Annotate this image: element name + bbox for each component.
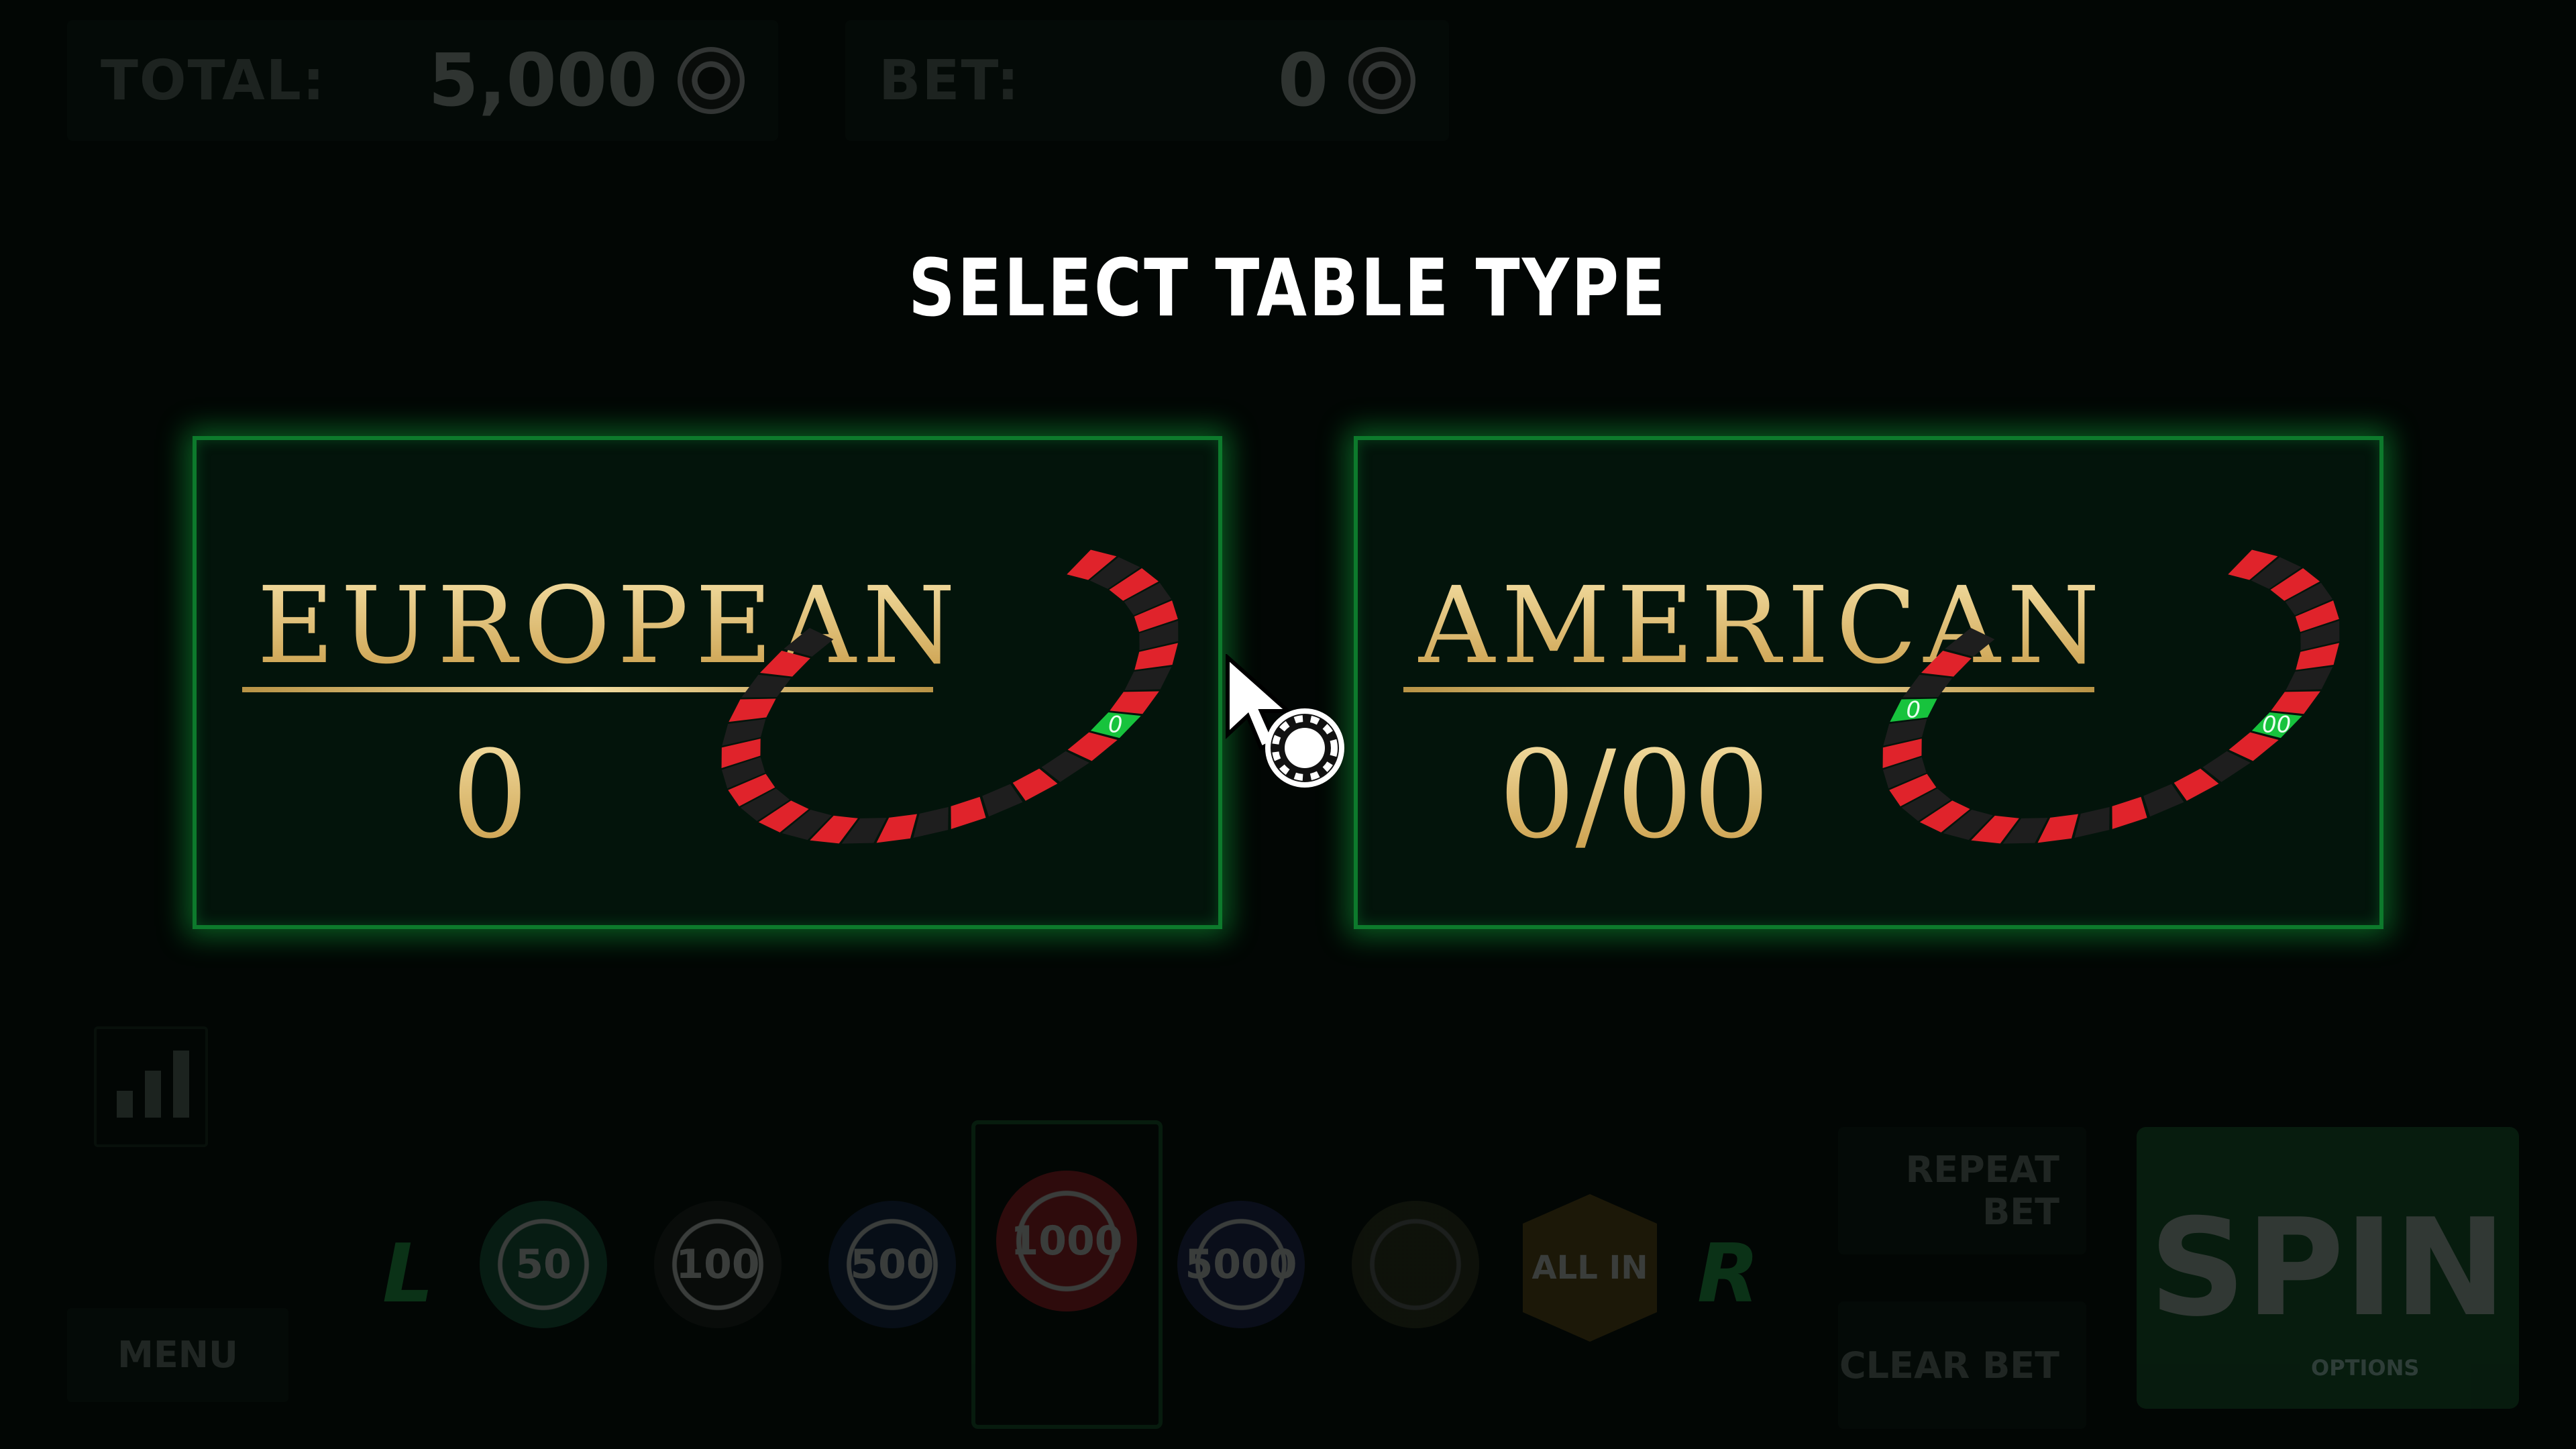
stats-button[interactable] [94, 1026, 208, 1147]
chip-locked[interactable] [1352, 1201, 1479, 1328]
total-value: 5,000 [428, 38, 657, 123]
total-label: TOTAL: [101, 48, 326, 113]
chip-500[interactable]: 500 [828, 1201, 956, 1328]
wheel-pocket [2074, 806, 2110, 839]
wheel-pocket [2143, 784, 2184, 817]
scroll-right-button[interactable]: R [1697, 1228, 1759, 1321]
wheel-pocket [1902, 674, 1952, 698]
scroll-left-button[interactable]: L [382, 1228, 433, 1321]
wheel-zero-label: 0 [1108, 712, 1123, 739]
options-label[interactable]: OPTIONS [2311, 1355, 2419, 1381]
chip-100[interactable]: 100 [654, 1201, 782, 1328]
wheel-pocket [913, 806, 949, 839]
wheel-pocket [784, 627, 834, 657]
repeat-bet-button[interactable]: REPEAT BET [1838, 1127, 2086, 1254]
american-zero-label: 0/00 [1499, 725, 1770, 865]
wheel-pocket [982, 784, 1023, 817]
roulette-wheel-icon: 000 [1882, 549, 2340, 844]
roulette-wheel-icon: 0 [721, 549, 1179, 844]
total-display: TOTAL: 5,000 [67, 20, 778, 141]
wheel-pocket [1921, 651, 1972, 677]
wheel-pocket [1124, 666, 1172, 690]
bet-display: BET: 0 [845, 20, 1449, 141]
chip-50[interactable]: 50 [480, 1201, 607, 1328]
all-in-button[interactable]: ALL IN [1523, 1194, 1657, 1342]
wheel-pocket [2271, 691, 2320, 714]
chip-icon [678, 47, 745, 114]
wheel-pocket [741, 674, 791, 698]
wheel-pocket [1945, 627, 1995, 657]
wheel-zero-label: 00 [2262, 712, 2291, 739]
bet-value: 0 [1277, 38, 1328, 123]
wheel-pocket [1110, 691, 1159, 714]
chip-5000[interactable]: 5000 [1177, 1201, 1305, 1328]
american-table-option[interactable]: AMERICAN 0/00 00 0 [1354, 436, 2383, 929]
chip-1000[interactable]: 1000 [996, 1171, 1137, 1311]
wheel-pocket [729, 698, 776, 722]
chip-icon [1348, 47, 1415, 114]
dialog-title: SELECT TABLE TYPE [908, 241, 1668, 334]
european-zero-label: 0 [451, 725, 529, 865]
pointer-cursor-icon [1226, 654, 1344, 788]
bar-chart-icon [173, 1051, 189, 1118]
wheel-zero-label: 0 [1907, 696, 1921, 723]
bar-chart-icon [145, 1071, 161, 1118]
menu-button[interactable]: MENU [67, 1308, 288, 1402]
wheel-pocket [759, 651, 810, 677]
wheel-pocket [2112, 796, 2147, 829]
bet-label: BET: [879, 48, 1020, 113]
bar-chart-icon [117, 1091, 133, 1118]
clear-bet-button[interactable]: CLEAR BET [1838, 1301, 2086, 1429]
wheel-pocket [2286, 666, 2333, 690]
wheel-pocket [951, 796, 986, 829]
european-table-option[interactable]: EUROPEAN 0 0 [193, 436, 1222, 929]
